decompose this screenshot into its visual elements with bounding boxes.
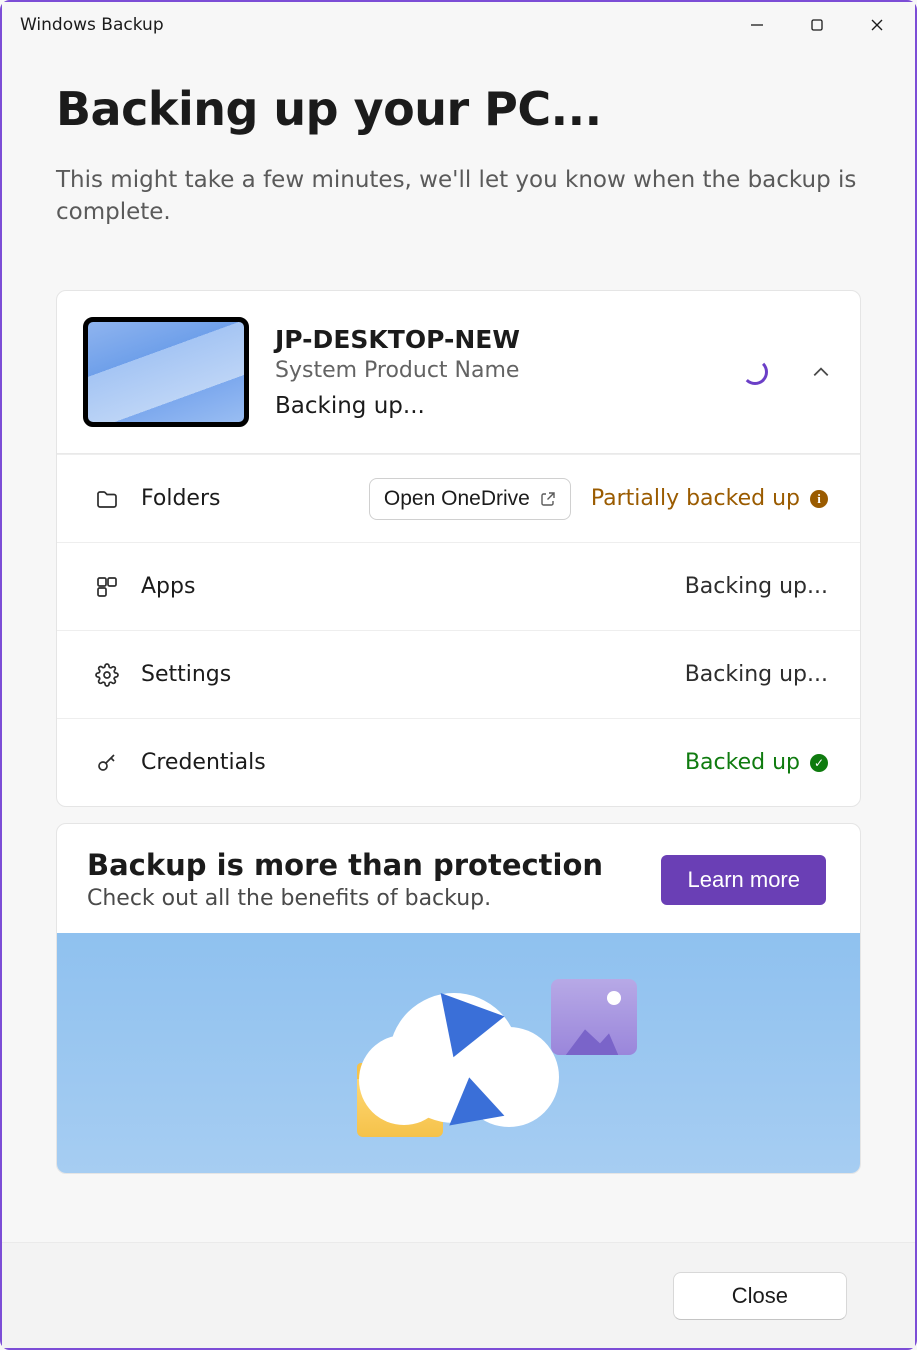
promo-subtitle: Check out all the benefits of backup.: [87, 886, 637, 911]
category-row-credentials: Credentials Backed up ✓: [57, 718, 860, 806]
loading-spinner-icon: [742, 359, 768, 385]
category-label: Settings: [141, 662, 311, 687]
info-badge-icon: i: [810, 490, 828, 508]
promo-card: Backup is more than protection Check out…: [56, 823, 861, 1174]
promo-header: Backup is more than protection Check out…: [57, 824, 860, 933]
device-card: JP-DESKTOP-NEW System Product Name Backi…: [56, 290, 861, 807]
apps-icon: [95, 575, 141, 599]
check-badge-icon: ✓: [810, 754, 828, 772]
category-status: Partially backed up i: [591, 486, 828, 511]
device-product: System Product Name: [275, 358, 716, 383]
category-status: Backed up ✓: [685, 750, 828, 775]
picture-illustration-icon: [551, 979, 637, 1055]
promo-illustration: [57, 933, 860, 1173]
category-status: Backing up...: [685, 662, 828, 687]
external-link-icon: [540, 491, 556, 507]
category-label: Credentials: [141, 750, 311, 775]
category-row-settings: Settings Backing up...: [57, 630, 860, 718]
promo-title: Backup is more than protection: [87, 848, 637, 882]
chevron-up-icon[interactable]: [812, 363, 830, 381]
minimize-button[interactable]: [727, 3, 787, 47]
category-label: Folders: [141, 486, 311, 511]
titlebar: Windows Backup: [2, 2, 915, 48]
main-content: Backing up your PC... This might take a …: [2, 48, 915, 1242]
maximize-button[interactable]: [787, 3, 847, 47]
open-onedrive-label: Open OneDrive: [384, 487, 530, 511]
device-info: JP-DESKTOP-NEW System Product Name Backi…: [275, 325, 716, 419]
category-row-folders: Folders Open OneDrive Partially backed u…: [57, 454, 860, 542]
window-title: Windows Backup: [20, 15, 727, 35]
page-subtitle: This might take a few minutes, we'll let…: [56, 164, 861, 228]
close-window-button[interactable]: [847, 3, 907, 47]
open-onedrive-button[interactable]: Open OneDrive: [369, 478, 571, 520]
category-status: Backing up...: [685, 574, 828, 599]
device-header[interactable]: JP-DESKTOP-NEW System Product Name Backi…: [57, 291, 860, 454]
footer: Close: [2, 1242, 915, 1348]
device-name: JP-DESKTOP-NEW: [275, 325, 716, 354]
category-row-apps: Apps Backing up...: [57, 542, 860, 630]
device-thumbnail: [83, 317, 249, 427]
cloud-sync-icon: [359, 993, 559, 1123]
category-label: Apps: [141, 574, 311, 599]
page-title: Backing up your PC...: [56, 82, 861, 136]
learn-more-button[interactable]: Learn more: [661, 855, 826, 905]
key-icon: [95, 751, 141, 775]
close-button[interactable]: Close: [673, 1272, 847, 1320]
device-status: Backing up...: [275, 393, 716, 419]
folder-icon: [95, 487, 141, 511]
gear-icon: [95, 663, 141, 687]
